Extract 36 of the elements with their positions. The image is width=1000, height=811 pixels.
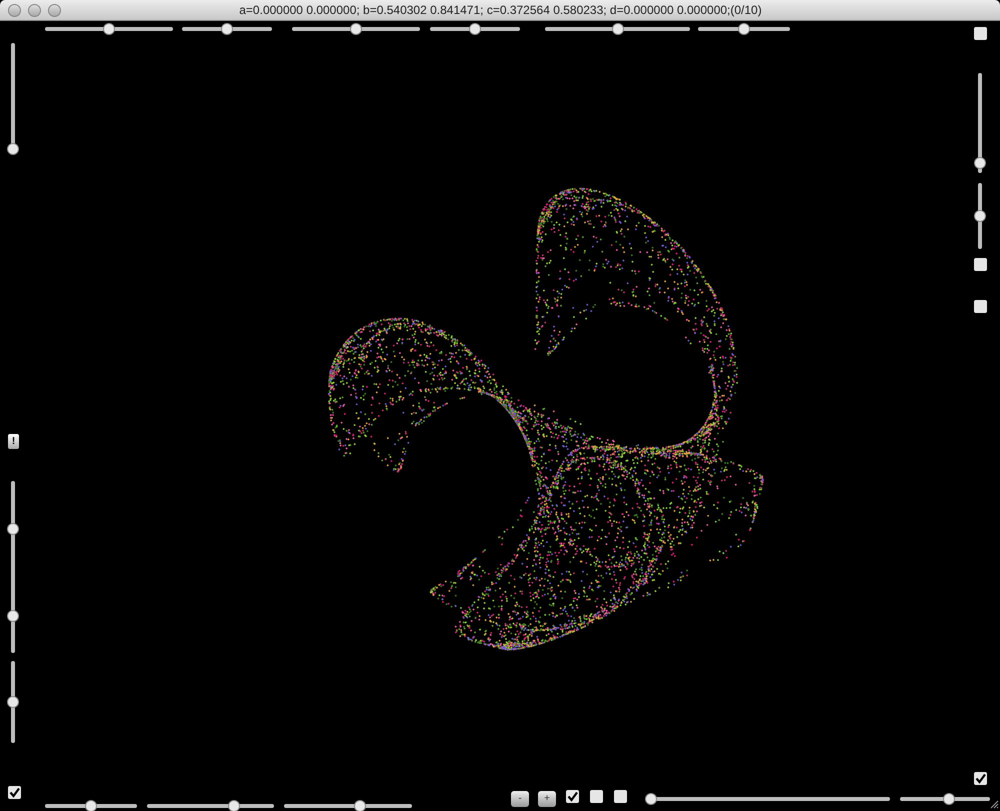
window-title: a=0.000000 0.000000; b=0.540302 0.841471; c=0.372564 0.580233; d=0.000000 0.000000;(0/10) [238, 2, 763, 19]
slider-thumb[interactable] [221, 23, 233, 35]
slider-thumb[interactable] [85, 800, 97, 811]
slider-thumb[interactable] [942, 793, 955, 805]
minimize-button[interactable] [28, 4, 41, 16]
checkbox[interactable] [974, 772, 987, 785]
checkbox[interactable] [614, 790, 627, 803]
close-button[interactable] [8, 4, 21, 16]
slider-thumb[interactable] [7, 696, 19, 708]
plus-button[interactable]: + [538, 791, 556, 807]
minus-button[interactable]: - [511, 791, 529, 807]
slider-thumb[interactable] [738, 23, 750, 35]
zoom-button[interactable] [48, 4, 61, 16]
checkbox[interactable] [974, 300, 987, 313]
slider-thumb[interactable] [103, 23, 115, 35]
checkmark-icon [9, 787, 20, 798]
slider-thumb[interactable] [7, 522, 19, 534]
slider-thumb[interactable] [354, 800, 366, 811]
slider-thumb[interactable] [350, 23, 362, 35]
resize-grip-icon [990, 800, 999, 809]
checkmark-icon [975, 773, 986, 784]
slider-thumb[interactable] [612, 23, 624, 35]
checkbox[interactable] [974, 27, 987, 40]
slider-thumb[interactable] [228, 800, 240, 811]
slider-thumb[interactable] [7, 143, 19, 155]
slider-thumb[interactable] [974, 156, 986, 169]
checkbox[interactable] [566, 790, 579, 803]
checkbox[interactable] [974, 258, 987, 271]
slider-thumb[interactable] [974, 210, 986, 222]
slider-thumb[interactable] [469, 23, 481, 35]
slider-thumb[interactable] [645, 793, 657, 805]
alert-button[interactable]: ! [8, 434, 19, 449]
slider-thumb[interactable] [7, 610, 19, 622]
checkbox[interactable] [8, 786, 21, 799]
checkmark-icon [567, 791, 578, 802]
checkbox[interactable] [590, 790, 603, 803]
